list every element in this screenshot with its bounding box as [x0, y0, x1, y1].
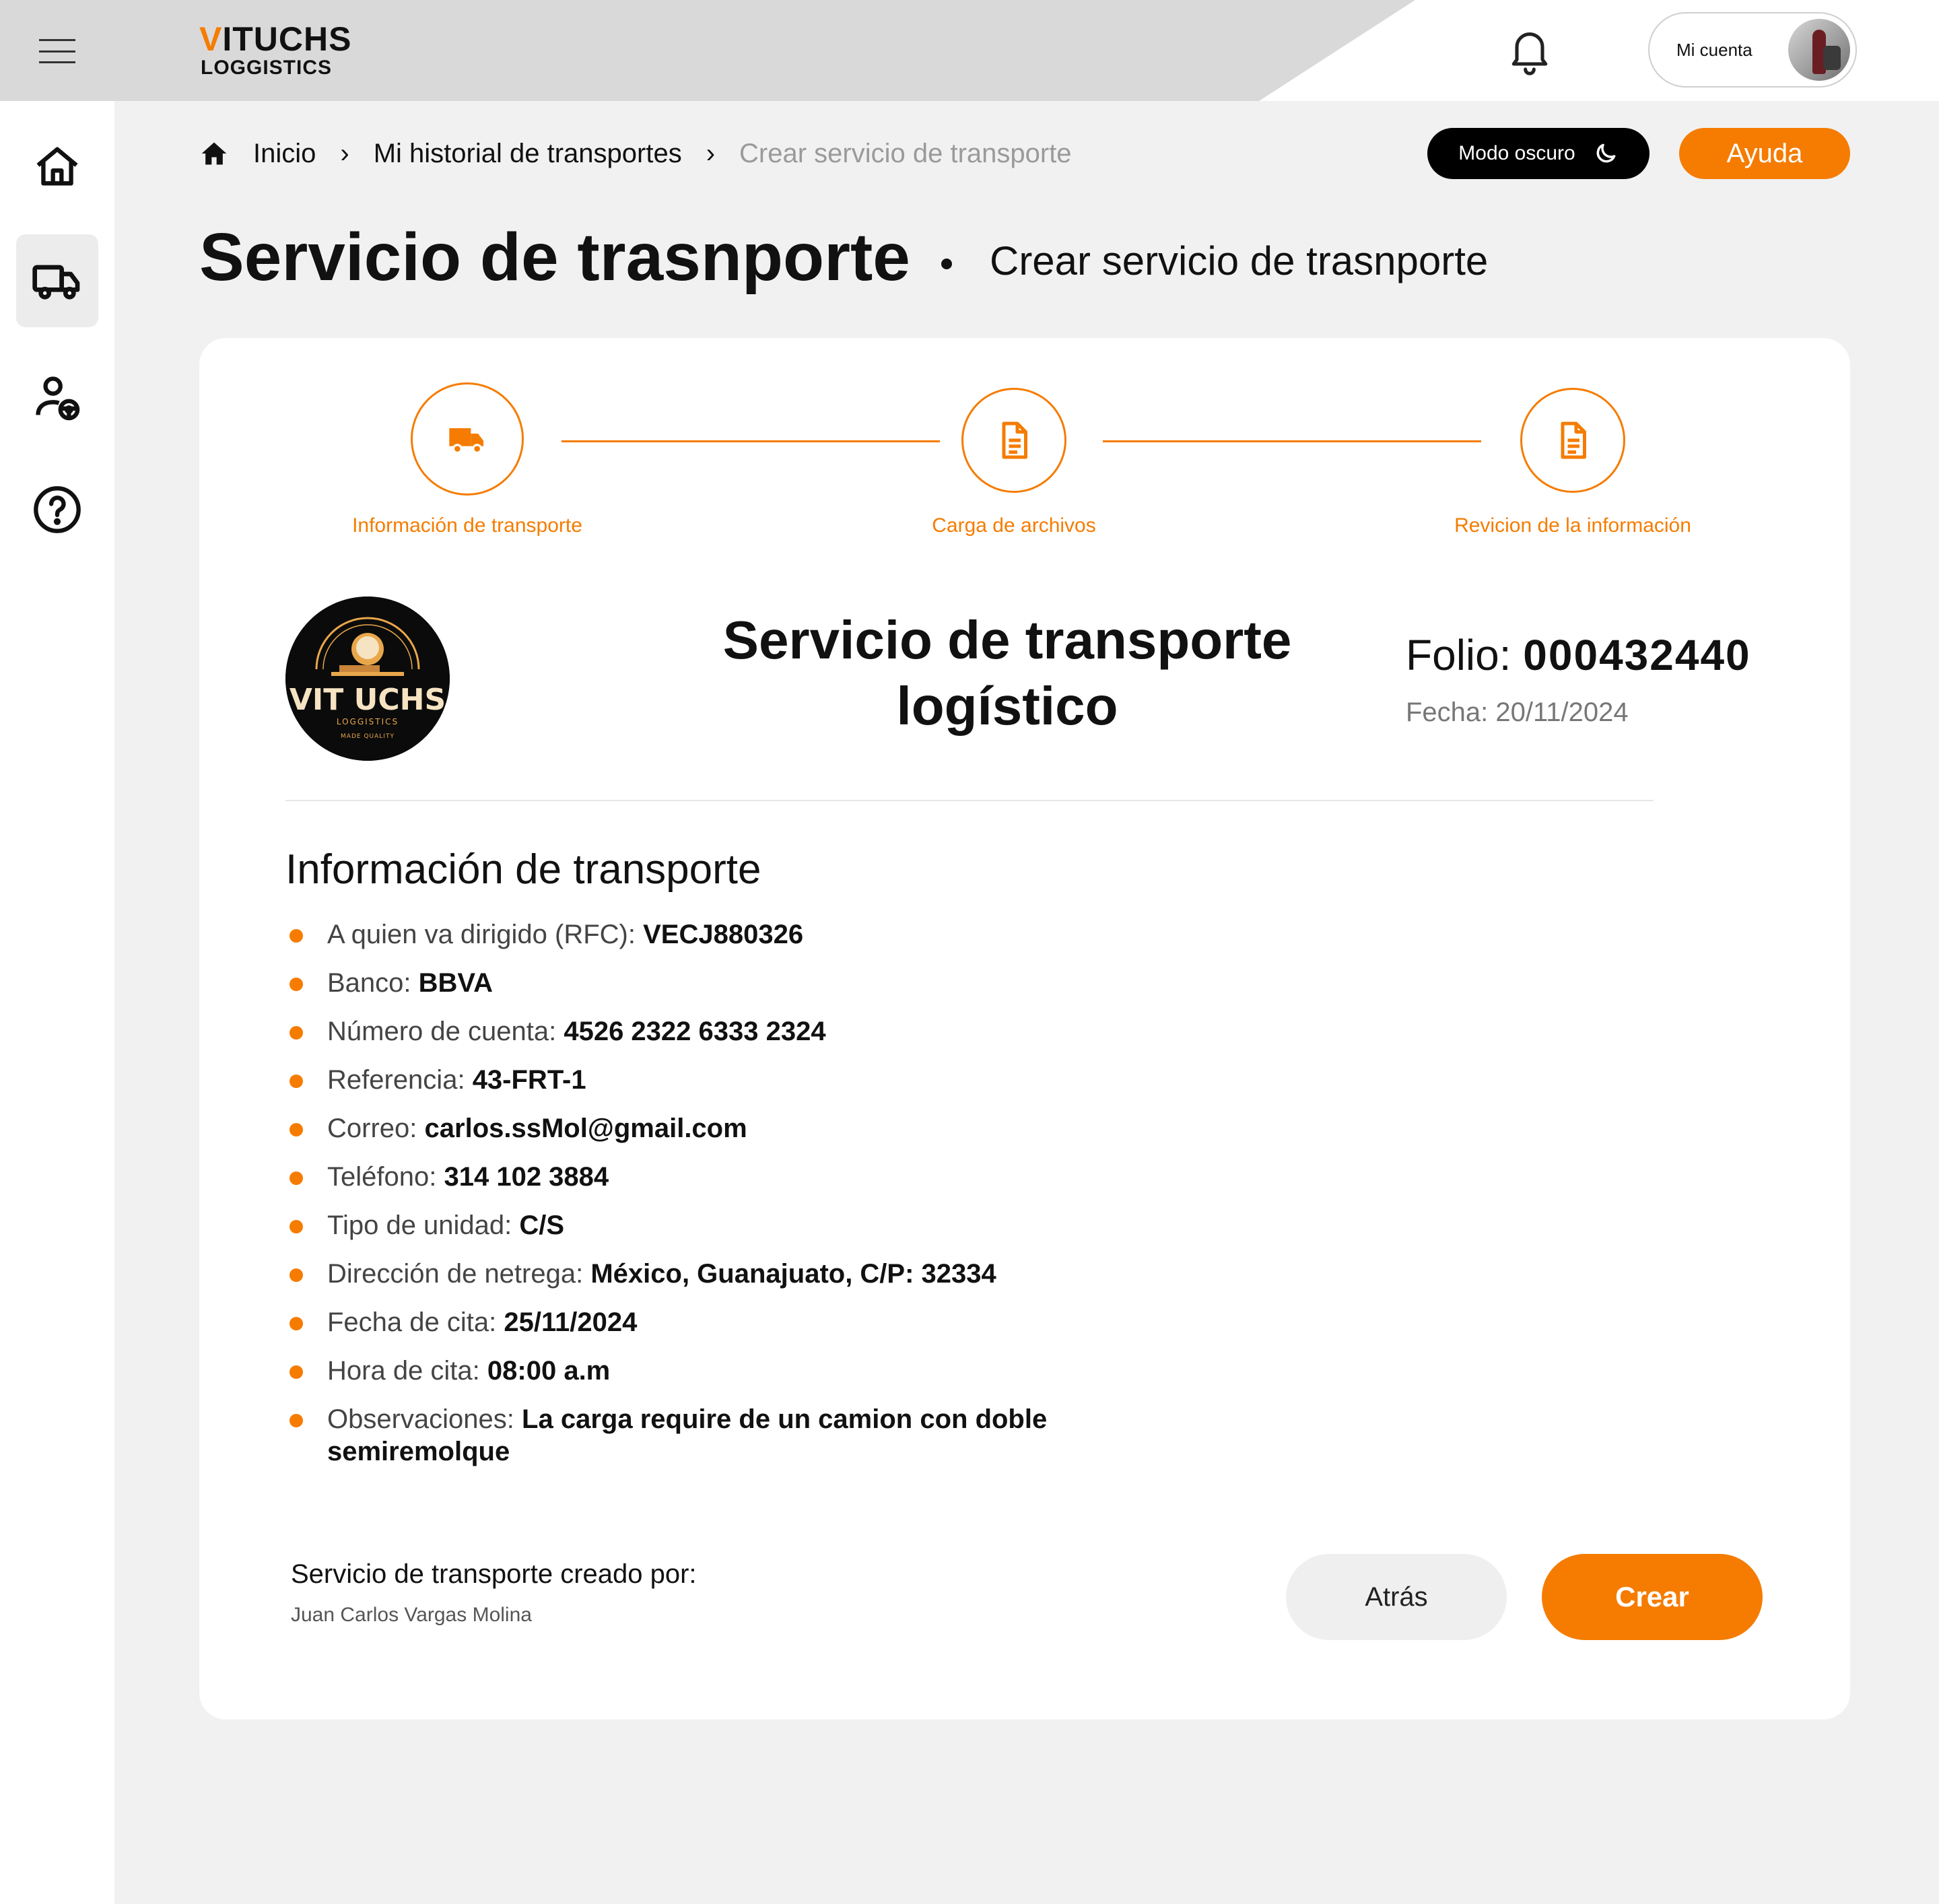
help-button[interactable]: Ayuda: [1679, 128, 1850, 179]
account-button[interactable]: Mi cuenta: [1648, 12, 1857, 88]
step-connector: [1103, 440, 1481, 442]
list-item: Teléfono: 314 102 3884: [285, 1161, 1161, 1193]
sidebar-item-transport[interactable]: [16, 234, 98, 327]
info-list: A quien va dirigido (RFC): VECJ880326 Ba…: [285, 918, 1161, 1484]
svg-text:VIT UCHS: VIT UCHS: [290, 683, 446, 717]
page-title: Servicio de trasnporte: [199, 219, 910, 295]
truck-icon: [32, 265, 80, 300]
chevron-right-icon: ›: [706, 138, 716, 168]
page-subtitle: Crear servicio de trasnporte: [990, 238, 1489, 283]
company-logo: VIT UCHS LOGGISTICS MADE QUALITY: [285, 597, 450, 761]
truck-icon: [449, 428, 483, 454]
divider: [285, 800, 1654, 801]
user-driver-icon: [36, 376, 80, 421]
dark-mode-button[interactable]: Modo oscuro: [1427, 128, 1649, 179]
menu-icon[interactable]: [39, 39, 75, 63]
service-card: Información de transporte Carga de archi…: [199, 338, 1850, 1720]
list-item: Banco: BBVA: [285, 967, 1161, 999]
created-by-label: Servicio de transporte creado por:: [291, 1559, 697, 1589]
brand-logo-name: VITUCHS: [199, 20, 352, 58]
list-item: Observaciones: La carga require de un ca…: [285, 1403, 1066, 1468]
svg-text:MADE QUALITY: MADE QUALITY: [341, 733, 395, 740]
created-by-name: Juan Carlos Vargas Molina: [291, 1604, 532, 1626]
list-item: Hora de cita: 08:00 a.m: [285, 1355, 1161, 1387]
list-item: Dirección de netrega: México, Guanajuato…: [285, 1258, 1161, 1290]
breadcrumb: Inicio › Mi historial de transportes › C…: [199, 135, 1072, 172]
home-icon: [36, 147, 78, 186]
folio: Folio: 000432440: [1406, 630, 1751, 680]
document-icon: [1561, 421, 1586, 459]
back-button[interactable]: Atrás: [1286, 1554, 1507, 1640]
list-item: Referencia: 43-FRT-1: [285, 1064, 1161, 1096]
list-item: Tipo de unidad: C/S: [285, 1209, 1161, 1242]
step-3-circle[interactable]: [1520, 388, 1625, 493]
folio-label: Folio:: [1406, 631, 1511, 679]
step-2-circle[interactable]: [961, 388, 1066, 493]
title-separator-dot: [941, 259, 952, 269]
list-item: Número de cuenta: 4526 2322 6333 2324: [285, 1015, 1161, 1048]
svg-text:LOGGISTICS: LOGGISTICS: [337, 717, 399, 726]
top-header: VITUCHS LOGGISTICS Mi cuenta: [0, 0, 1939, 101]
breadcrumb-home-icon[interactable]: [199, 139, 229, 168]
create-button[interactable]: Crear: [1542, 1554, 1763, 1640]
step-1-label: Información de transporte: [352, 514, 582, 537]
breadcrumb-item-current: Crear servicio de transporte: [739, 138, 1072, 168]
sidebar-item-drivers[interactable]: [16, 351, 98, 444]
step-1-circle[interactable]: [411, 382, 524, 496]
service-title: Servicio de transporte logístico: [722, 610, 1292, 736]
step-2-label: Carga de archivos: [932, 514, 1096, 537]
breadcrumb-item-inicio[interactable]: Inicio: [253, 139, 316, 169]
moon-icon: [1596, 143, 1616, 163]
account-label: Mi cuenta: [1676, 39, 1753, 60]
list-item: Fecha de cita: 25/11/2024: [285, 1306, 1161, 1338]
sidebar-item-home[interactable]: [16, 120, 98, 213]
breadcrumb-item-historial[interactable]: Mi historial de transportes: [374, 139, 682, 169]
sidebar-item-help[interactable]: [16, 463, 98, 556]
avatar: [1788, 19, 1850, 81]
document-date: Fecha: 20/11/2024: [1406, 698, 1629, 727]
section-title: Información de transporte: [285, 846, 761, 893]
dark-mode-label: Modo oscuro: [1458, 142, 1575, 164]
step-3-label: Revicion de la información: [1454, 514, 1691, 537]
list-item: Correo: carlos.ssMol@gmail.com: [285, 1112, 1161, 1145]
help-icon: [34, 486, 81, 533]
list-item: A quien va dirigido (RFC): VECJ880326: [285, 918, 1161, 951]
brand-logo-subtitle: LOGGISTICS: [201, 57, 333, 79]
folio-value: 000432440: [1523, 631, 1751, 679]
chevron-right-icon: ›: [340, 138, 349, 168]
document-icon: [1002, 421, 1027, 459]
step-connector: [562, 440, 940, 442]
bell-icon[interactable]: [1504, 26, 1555, 77]
